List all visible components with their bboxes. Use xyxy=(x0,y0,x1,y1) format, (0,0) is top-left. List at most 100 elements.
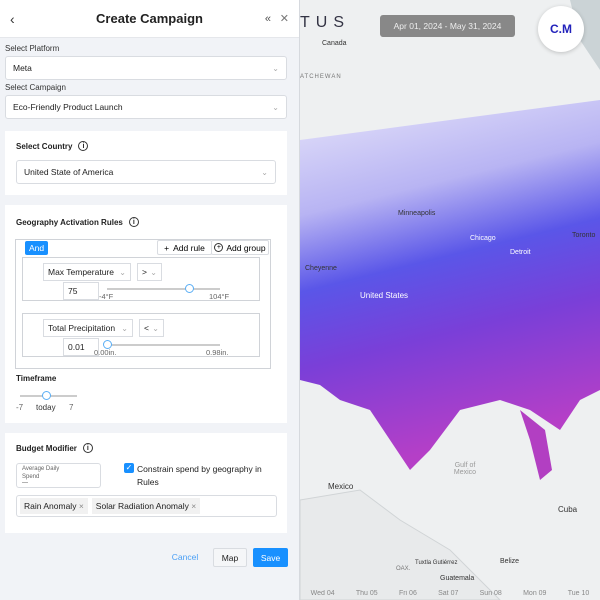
timeline[interactable]: Wed 04 Thu 05 Fri 06 Sat 07 Sun 08 Mon 09 Tue … xyxy=(300,590,600,600)
slider-min: -4°F xyxy=(99,292,114,301)
rule-row: Total Precipitation ⌄ < ⌄ 0.01 0.00in. 0.9… xyxy=(22,313,260,357)
campaign-select[interactable]: Eco-Friendly Product Launch ⌄ xyxy=(5,95,287,119)
country-value: United State of America xyxy=(24,167,114,177)
tag: Solar Radiation Anomaly × xyxy=(91,498,201,514)
operator-value: > xyxy=(142,267,147,277)
info-icon[interactable]: i xyxy=(78,141,89,151)
info-icon[interactable]: i xyxy=(128,217,139,227)
chevron-down-icon: ⌄ xyxy=(272,63,279,73)
value-input[interactable]: 75 xyxy=(63,282,99,300)
slider-min: 0.00in. xyxy=(94,348,117,357)
create-campaign-panel: ‹ Create Campaign « ✕ Select Platform Me… xyxy=(0,0,300,600)
add-rule-label: Add rule xyxy=(173,242,205,253)
collapse-icon[interactable]: « xyxy=(265,13,271,25)
map-label: Toronto xyxy=(572,232,596,239)
tag-label: Solar Radiation Anomaly xyxy=(95,501,189,511)
tags-input[interactable]: Rain Anomaly × Solar Radiation Anomaly × xyxy=(16,495,277,517)
metric-select[interactable]: Max Temperature ⌄ xyxy=(43,263,131,281)
timeline-day[interactable]: Thu 05 xyxy=(356,590,378,600)
map-label: Canada xyxy=(322,40,347,47)
metric-value: Total Precipitation xyxy=(48,323,116,333)
operator-select[interactable]: > ⌄ xyxy=(137,263,162,281)
country-title: Select Country xyxy=(16,141,73,151)
timeframe-max: 7 xyxy=(69,403,74,412)
map-label: Belize xyxy=(500,558,520,565)
add-group-button[interactable]: + Add group xyxy=(211,240,269,255)
map-button[interactable]: Map xyxy=(213,548,247,567)
map-label: Minneapolis xyxy=(398,210,436,217)
timeframe-title: Timeframe xyxy=(16,374,57,383)
map-label: United States xyxy=(360,291,409,300)
timeline-day[interactable]: Sun 08 xyxy=(480,590,502,600)
tag-label: Rain Anomaly xyxy=(24,501,77,511)
timeline-day[interactable]: Sat 07 xyxy=(438,590,458,600)
slider-handle[interactable] xyxy=(185,284,195,293)
platform-select[interactable]: Meta ⌄ xyxy=(5,56,287,80)
info-icon[interactable]: i xyxy=(82,443,93,453)
constrain-label: Constrain spend by geography in Rules xyxy=(137,464,262,487)
timeline-day[interactable]: Wed 04 xyxy=(311,590,335,600)
country-select[interactable]: United State of America ⌄ xyxy=(16,160,276,184)
timeframe-min: -7 xyxy=(16,403,24,412)
plus-circle-icon: + xyxy=(214,243,224,252)
chevron-down-icon: ⌄ xyxy=(272,102,279,112)
operator-value: < xyxy=(144,323,149,333)
panel-title: Create Campaign xyxy=(96,11,203,26)
platform-value: Meta xyxy=(13,63,32,73)
chevron-down-icon: ⌄ xyxy=(119,267,126,277)
slider-track[interactable] xyxy=(107,344,220,346)
cancel-button[interactable]: Cancel xyxy=(165,548,205,566)
map-label: Gulf of Mexico xyxy=(453,462,477,476)
average-daily-spend-label: Average Daily Spend xyxy=(22,466,60,480)
map-label: OAX. xyxy=(396,566,411,572)
campaign-label: Select Campaign xyxy=(5,83,66,92)
timeframe-handle[interactable] xyxy=(42,391,51,400)
average-daily-spend-value: --- xyxy=(22,480,28,486)
slider-max: 0.98in. xyxy=(206,348,229,357)
rules-title: Geography Activation Rules xyxy=(16,217,123,227)
metric-select[interactable]: Total Precipitation ⌄ xyxy=(43,319,133,337)
timeline-day[interactable]: Mon 09 xyxy=(523,590,546,600)
timeline-day[interactable]: Tue 10 xyxy=(568,590,590,600)
add-rule-button[interactable]: + Add rule xyxy=(157,240,212,255)
slider-track[interactable] xyxy=(107,288,220,290)
map-label: Mexico xyxy=(328,482,354,491)
plus-icon: + xyxy=(164,242,170,253)
chevron-down-icon: ⌄ xyxy=(261,167,268,177)
map-view[interactable]: Canada ATCHEWAN United States Mexico Cub… xyxy=(300,0,600,600)
chevron-down-icon: ⌄ xyxy=(150,267,157,277)
tag: Rain Anomaly × xyxy=(20,498,88,514)
value: 0.01 xyxy=(68,342,85,352)
map-label: Tuxtla Gutiérrez xyxy=(415,560,458,566)
map-label: ATCHEWAN xyxy=(300,74,342,80)
map-label: Chicago xyxy=(470,235,496,242)
platform-label: Select Platform xyxy=(5,44,60,53)
value: 75 xyxy=(68,286,78,296)
map-label: Guatemala xyxy=(440,575,475,582)
remove-tag-icon[interactable]: × xyxy=(79,501,84,511)
close-icon[interactable]: ✕ xyxy=(280,12,289,25)
remove-tag-icon[interactable]: × xyxy=(191,501,196,511)
slider-max: 104°F xyxy=(209,292,230,301)
constrain-checkbox[interactable]: ✓ xyxy=(124,463,134,473)
map-label: Detroit xyxy=(510,249,531,256)
timeline-day[interactable]: Fri 06 xyxy=(399,590,417,600)
add-group-label: Add group xyxy=(226,242,266,253)
avatar[interactable]: C.M xyxy=(538,6,584,52)
save-button[interactable]: Save xyxy=(253,548,288,567)
chevron-down-icon: ⌄ xyxy=(152,323,159,333)
and-toggle[interactable]: And xyxy=(25,241,48,255)
rule-row: Max Temperature ⌄ > ⌄ 75 -4°F 104°F xyxy=(22,257,260,301)
choropleth-map xyxy=(300,0,600,600)
chevron-down-icon: ⌄ xyxy=(121,323,128,333)
campaign-value: Eco-Friendly Product Launch xyxy=(13,102,123,112)
map-label: Cuba xyxy=(558,505,578,514)
average-daily-spend-input[interactable]: Average Daily Spend --- xyxy=(16,463,101,488)
logo: TUS xyxy=(300,14,350,31)
metric-value: Max Temperature xyxy=(48,267,114,277)
map-label: Cheyenne xyxy=(305,265,337,272)
date-range-picker[interactable]: Apr 01, 2024 - May 31, 2024 xyxy=(380,15,515,37)
timeframe-today: today xyxy=(36,403,56,412)
budget-title: Budget Modifier xyxy=(16,443,77,453)
operator-select[interactable]: < ⌄ xyxy=(139,319,164,337)
